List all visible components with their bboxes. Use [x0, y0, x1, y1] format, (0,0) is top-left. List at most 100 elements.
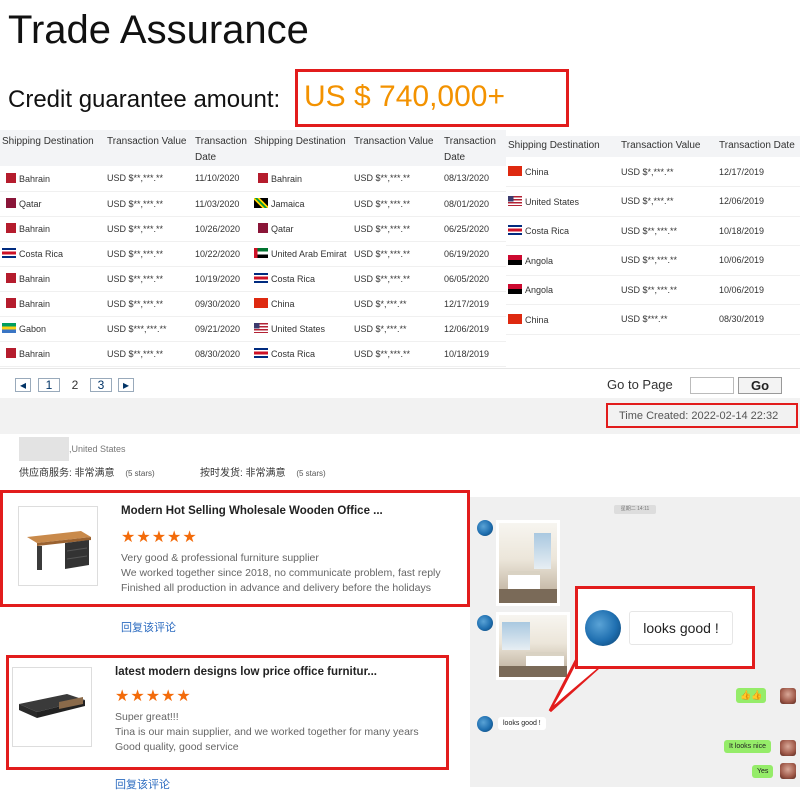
destination-cell: Bahrain: [0, 216, 105, 242]
transaction-value-cell: USD $**,***.**: [352, 191, 442, 217]
chat-message-thumbs: 👍👍: [736, 688, 767, 703]
review-1-line-3: Finished all production in advance and d…: [121, 582, 431, 594]
rating-supplier-service-stars: (5 stars): [125, 469, 155, 478]
transaction-date-cell: 09/21/2020: [193, 316, 252, 342]
supplier-avatar: [477, 716, 493, 732]
room-photo-1[interactable]: [496, 520, 560, 606]
destination-cell: Bahrain: [0, 341, 105, 367]
transactions-table-2: Shipping Destination Transaction Value Tra…: [252, 130, 506, 367]
destination-cell: United States: [252, 316, 352, 342]
column-header: Shipping Destination: [252, 130, 352, 166]
transaction-date-cell: 12/17/2019: [442, 291, 506, 317]
destination-cell: United States: [506, 186, 619, 217]
table-row: Bahrain USD $**,***.** 10/19/2020: [0, 266, 252, 292]
transaction-value-cell: USD $**,***.**: [105, 241, 193, 267]
column-header: Transaction Date: [717, 136, 800, 157]
transaction-value-cell: USD $**,***.**: [352, 266, 442, 292]
column-header: Transaction Date: [193, 130, 252, 166]
country-name: Costa Rica: [271, 349, 316, 359]
transaction-date-cell: 08/30/2020: [193, 341, 252, 367]
column-header: Transaction Value: [619, 136, 717, 157]
destination-cell: Angola: [506, 275, 619, 305]
angola-flag-icon: [508, 284, 522, 295]
transaction-date-cell: 06/19/2020: [442, 241, 506, 267]
product-thumbnail-desk[interactable]: [18, 506, 98, 586]
rating-supplier-service-label: 供应商服务: 非常满意: [19, 468, 115, 479]
transaction-date-cell: 06/25/2020: [442, 216, 506, 242]
chat-message-out-1: It looks nice: [724, 740, 771, 753]
product-thumbnail-executive-desk[interactable]: [12, 667, 92, 747]
transaction-date-cell: 10/06/2019: [717, 275, 800, 305]
transaction-date-cell: 09/30/2020: [193, 291, 252, 317]
credit-label: Credit guarantee amount:: [8, 86, 281, 113]
bahrain-flag-icon: [2, 298, 16, 308]
china-flag-icon: [254, 298, 268, 308]
uae-flag-icon: [254, 248, 268, 258]
gabon-flag-icon: [2, 323, 16, 333]
destination-cell: Bahrain: [0, 166, 105, 192]
transaction-date-cell: 10/18/2019: [442, 341, 506, 367]
page-3-button[interactable]: 3: [90, 378, 112, 392]
table-row: Bahrain USD $**,***.** 08/13/2020: [252, 166, 506, 192]
next-page-button[interactable]: ▸: [118, 378, 134, 392]
table-row: Costa Rica USD $**,***.** 06/05/2020: [252, 266, 506, 292]
review-1-product-title[interactable]: Modern Hot Selling Wholesale Wooden Offi…: [121, 505, 383, 517]
prev-page-button[interactable]: ◂: [15, 378, 31, 392]
chat-message-out-2: Yes: [752, 765, 774, 778]
credit-amount: US $ 740,000+: [304, 80, 505, 113]
country-name: China: [271, 299, 295, 309]
go-button[interactable]: Go: [738, 377, 782, 394]
goto-page-input[interactable]: [690, 377, 734, 394]
supplier-avatar: [477, 520, 493, 536]
rating-on-time-shipping: 按时发货: 非常满意 (5 stars): [200, 464, 326, 479]
table-header-row: Shipping Destination Transaction Value Tra…: [0, 130, 252, 166]
usa-flag-icon: [508, 195, 522, 206]
bahrain-flag-icon: [2, 348, 16, 358]
buyer-avatar: [780, 763, 796, 779]
transaction-value-cell: USD $**,***.**: [619, 216, 717, 246]
country-name: United Arab Emirat: [271, 249, 347, 259]
country-name: China: [525, 167, 549, 177]
destination-cell: Jamaica: [252, 191, 352, 217]
buyer-avatar: [780, 688, 796, 704]
qatar-flag-icon: [254, 223, 268, 233]
column-header: Transaction Value: [352, 130, 442, 166]
transaction-value-cell: USD $*,***.**: [619, 157, 717, 187]
country-name: United States: [525, 196, 580, 207]
destination-cell: Angola: [506, 245, 619, 276]
bahrain-flag-icon: [254, 172, 268, 183]
transaction-date-cell: 08/30/2019: [717, 304, 800, 335]
transaction-date-cell: 12/06/2019: [442, 316, 506, 342]
time-created: Time Created: 2022-02-14 22:32: [619, 410, 779, 422]
table-row: Qatar USD $**,***.** 11/03/2020: [0, 191, 252, 217]
column-header: Shipping Destination: [506, 136, 619, 157]
destination-cell: Gabon: [0, 316, 105, 342]
column-header: Shipping Destination: [0, 130, 105, 166]
china-flag-icon: [508, 313, 522, 324]
review-1-text: Very good & professional furniture suppl…: [121, 551, 441, 596]
country-name: Costa Rica: [271, 274, 316, 284]
table-row: Bahrain USD $**,***.** 09/30/2020: [0, 291, 252, 317]
transaction-date-cell: 12/17/2019: [717, 157, 800, 187]
country-name: United States: [271, 324, 326, 334]
table-row: Gabon USD $***,***.** 09/21/2020: [0, 316, 252, 342]
transaction-value-cell: USD $*,***.**: [352, 291, 442, 317]
rating-supplier-service: 供应商服务: 非常满意 (5 stars): [19, 464, 155, 479]
review-1-reply-link[interactable]: 回复该评论: [121, 619, 176, 635]
page-1-button[interactable]: 1: [38, 378, 60, 392]
angola-flag-icon: [508, 254, 522, 265]
transaction-value-cell: USD $**,***.**: [352, 216, 442, 242]
review-2-reply-link[interactable]: 回复该评论: [115, 776, 170, 792]
table-row: Bahrain USD $**,***.** 10/26/2020: [0, 216, 252, 242]
transaction-value-cell: USD $**,***.**: [105, 291, 193, 317]
review-2-star-rating: ★★★★★: [115, 688, 192, 705]
destination-cell: Bahrain: [252, 166, 352, 192]
review-2-product-title[interactable]: latest modern designs low price office f…: [115, 666, 377, 678]
country-name: Angola: [525, 255, 554, 266]
transaction-value-cell: USD $*,***.**: [352, 316, 442, 342]
destination-cell: China: [506, 157, 619, 187]
transaction-value-cell: USD $***.**: [619, 304, 717, 335]
transaction-date-cell: 06/05/2020: [442, 266, 506, 292]
country-name: Bahrain: [19, 173, 51, 184]
costa-rica-flag-icon: [2, 248, 16, 258]
